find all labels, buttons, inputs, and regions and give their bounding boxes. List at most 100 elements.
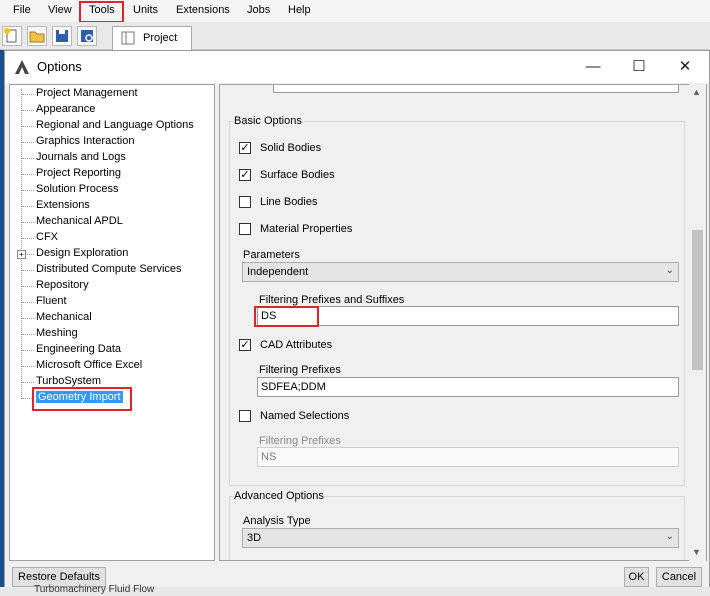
chevron-down-icon: ⌄ [665, 265, 674, 276]
tree-item-engineering-data[interactable]: Engineering Data [36, 343, 121, 355]
toolbar: Project [0, 22, 710, 50]
param-filtering-input[interactable]: DS [257, 306, 679, 326]
tree-tick [22, 302, 34, 303]
tree-item-cfx[interactable]: CFX [36, 231, 58, 243]
tree-item-project-reporting[interactable]: Project Reporting [36, 167, 121, 179]
advanced-options-title: Advanced Options [234, 490, 324, 502]
cad-filtering-input[interactable]: SDFEA;DDM [257, 377, 679, 397]
tree-connector [21, 89, 22, 399]
save-as-icon[interactable] [77, 26, 97, 46]
open-folder-icon[interactable] [27, 26, 47, 46]
menu-file[interactable]: File [13, 4, 31, 16]
tree-item-design-exploration[interactable]: Design Exploration [36, 247, 128, 259]
material-properties-checkbox[interactable] [239, 223, 251, 235]
tree-tick [22, 334, 34, 335]
tree-item-regional-and-language-options[interactable]: Regional and Language Options [36, 119, 194, 131]
surface-bodies-label: Surface Bodies [260, 169, 335, 181]
solid-bodies-label: Solid Bodies [260, 142, 322, 154]
settings-scrollbar[interactable]: ▲ ▼ [689, 84, 706, 561]
cad-attributes-checkbox[interactable]: ✓ [239, 339, 251, 351]
tab-project[interactable]: Project [112, 26, 192, 50]
tree-tick [22, 94, 34, 95]
named-selections-label: Named Selections [260, 410, 350, 422]
parameters-value: Independent [247, 266, 309, 278]
tree-item-mechanical-apdl[interactable]: Mechanical APDL [36, 215, 123, 227]
close-icon[interactable]: ✕ [662, 51, 708, 83]
tree-item-microsoft-office-excel[interactable]: Microsoft Office Excel [36, 359, 142, 371]
menu-help[interactable]: Help [288, 4, 311, 16]
tree-item-mechanical[interactable]: Mechanical [36, 311, 92, 323]
tree-tick [22, 222, 34, 223]
ns-filtering-input: NS [257, 447, 679, 467]
geometry-import-highlight-box [32, 387, 132, 411]
minimize-icon[interactable]: — [570, 51, 616, 83]
tree-tick [22, 270, 34, 271]
material-properties-label: Material Properties [260, 223, 353, 235]
tree-tick [22, 126, 34, 127]
scroll-up-icon[interactable]: ▲ [692, 87, 701, 97]
tree-tick [22, 158, 34, 159]
menu-view[interactable]: View [48, 4, 72, 16]
save-icon[interactable] [52, 26, 72, 46]
tree-item-distributed-compute-services[interactable]: Distributed Compute Services [36, 263, 182, 275]
tree-item-turbosystem[interactable]: TurboSystem [36, 375, 101, 387]
menu-jobs[interactable]: Jobs [247, 4, 270, 16]
new-file-icon[interactable] [2, 26, 22, 46]
analysis-type-value: 3D [247, 532, 262, 544]
menu-units[interactable]: Units [133, 4, 158, 16]
tree-tick [22, 382, 34, 383]
tree-tick [22, 190, 34, 191]
project-grid-icon [121, 31, 135, 45]
tree-tick [22, 286, 34, 287]
tree-item-appearance[interactable]: Appearance [36, 103, 95, 115]
options-dialog: Options — ☐ ✕ Project Management Appearan… [4, 50, 710, 596]
cancel-button[interactable]: Cancel [656, 567, 702, 587]
tree-tick [22, 206, 34, 207]
parameters-dropdown[interactable]: Independent ⌄ [242, 262, 679, 282]
named-selections-checkbox[interactable] [239, 410, 251, 422]
surface-bodies-checkbox[interactable]: ✓ [239, 169, 251, 181]
analysis-type-label: Analysis Type [243, 515, 311, 527]
ns-filtering-label: Filtering Prefixes [259, 435, 341, 447]
tree-item-solution-process[interactable]: Solution Process [36, 183, 119, 195]
tree-item-extensions[interactable]: Extensions [36, 199, 90, 211]
tree-tick [22, 238, 34, 239]
tab-project-label: Project [143, 32, 178, 44]
param-filtering-label: Filtering Prefixes and Suffixes [259, 294, 405, 306]
tree-item-repository[interactable]: Repository [36, 279, 89, 291]
ds-highlight-box [254, 306, 319, 327]
dialog-titlebar: Options — ☐ ✕ [5, 51, 709, 83]
analysis-type-dropdown[interactable]: 3D ⌄ [242, 528, 679, 548]
chevron-down-icon: ⌄ [665, 531, 674, 542]
tree-tick [22, 174, 34, 175]
background-workspace: Turbomachinery Fluid Flow [0, 584, 710, 596]
maximize-icon[interactable]: ☐ [616, 51, 662, 83]
options-tree: Project Management Appearance Regional and… [9, 84, 215, 561]
ansys-logo-icon [15, 60, 29, 74]
dialog-title: Options [37, 59, 82, 74]
tree-item-project-management[interactable]: Project Management [36, 87, 138, 99]
line-bodies-checkbox[interactable] [239, 196, 251, 208]
tree-item-journals-and-logs[interactable]: Journals and Logs [36, 151, 126, 163]
ok-button[interactable]: OK [624, 567, 649, 587]
solid-bodies-checkbox[interactable]: ✓ [239, 142, 251, 154]
background-item: Turbomachinery Fluid Flow [34, 584, 155, 595]
expand-icon[interactable]: + [17, 250, 26, 259]
tools-highlight-box [79, 1, 124, 23]
tree-item-graphics-interaction[interactable]: Graphics Interaction [36, 135, 134, 147]
scroll-down-icon[interactable]: ▼ [692, 547, 701, 557]
scrollbar-thumb[interactable] [692, 230, 703, 370]
settings-panel: Basic Options ✓ Solid Bodies ✓ Surface B… [219, 84, 707, 561]
cad-attributes-label: CAD Attributes [260, 339, 333, 351]
tree-tick [22, 110, 34, 111]
parameters-label: Parameters [243, 249, 300, 261]
top-partial-field[interactable] [273, 85, 679, 93]
basic-options-title: Basic Options [234, 115, 302, 127]
tree-tick [22, 318, 34, 319]
line-bodies-label: Line Bodies [260, 196, 318, 208]
tree-tick [22, 366, 34, 367]
tree-item-fluent[interactable]: Fluent [36, 295, 67, 307]
tree-item-meshing[interactable]: Meshing [36, 327, 78, 339]
tree-tick [22, 350, 34, 351]
menu-extensions[interactable]: Extensions [176, 4, 230, 16]
